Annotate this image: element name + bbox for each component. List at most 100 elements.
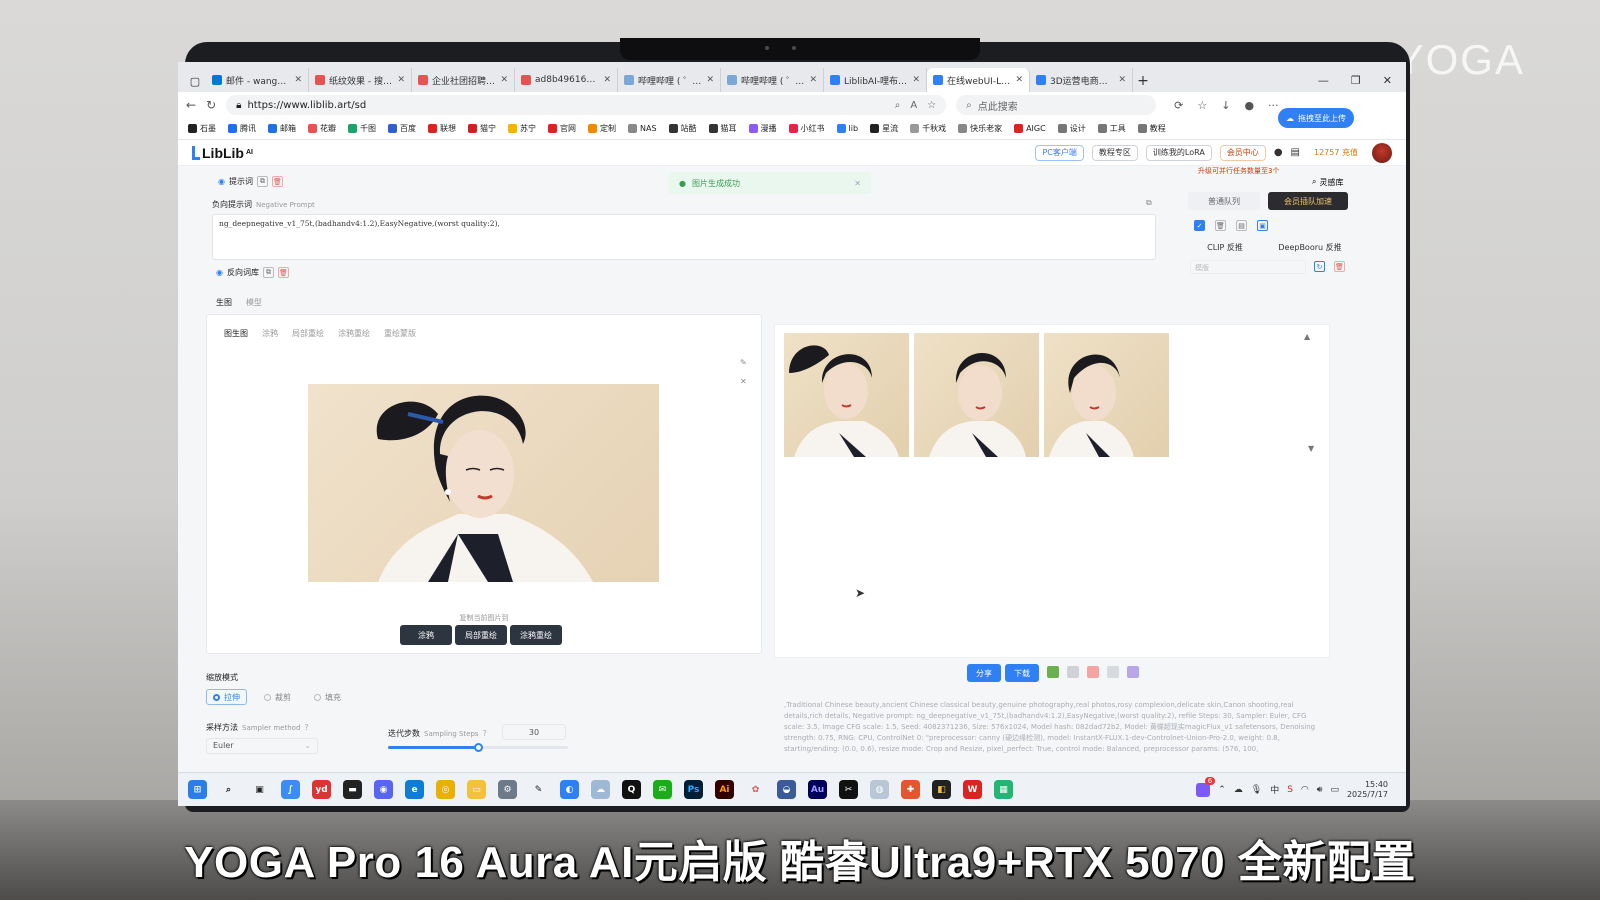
zoom-icon[interactable]: ⌕ [895,100,901,111]
tab-close-icon[interactable]: ✕ [912,75,920,85]
favorites-icon[interactable]: ☆ [1197,99,1207,112]
browser-tab[interactable]: 邮件 - wangby9@ ✕ [206,68,309,92]
chevron-up-icon[interactable]: ⌃ [1218,785,1226,795]
microphone-icon[interactable]: 🎙︎ [1251,785,1262,795]
refresh-icon[interactable]: ↻ [206,98,216,112]
bookmark-item[interactable]: 小红书 [788,123,825,134]
points-recharge[interactable]: 12757 充值 [1308,145,1364,161]
bookmark-item[interactable]: 邮箱 [268,123,296,134]
help-icon[interactable]: ? [304,723,308,732]
task-view-icon[interactable]: ▣ [250,780,269,799]
tab-sketch[interactable]: 涂鸦 [262,328,278,339]
clip-interrogate-button[interactable]: CLIP 反推 [1190,240,1260,254]
browser-tab[interactable]: 企业社团招聘大字 ✕ [412,68,515,92]
bookmark-item[interactable]: 官网 [548,123,576,134]
delete-template-icon[interactable]: 🗑︎ [1334,261,1345,272]
bookmark-item[interactable]: 腾讯 [228,123,256,134]
result-thumbnail-1[interactable] [784,333,909,457]
steps-input[interactable]: 30 [502,724,566,740]
settings-icon[interactable]: ⚙ [498,780,517,799]
bookmark-item[interactable]: 站酷 [668,123,697,134]
search-icon[interactable]: ⌕ [219,780,238,799]
flower-app-icon[interactable]: ✿ [746,780,765,799]
browser-app-icon[interactable]: ◐ [560,780,579,799]
more-icon[interactable]: ··· [1268,99,1279,112]
security-icon[interactable]: S [1287,785,1293,795]
tools-app-icon[interactable]: ✚ [901,780,920,799]
battery-icon[interactable]: ▭ [1330,785,1339,795]
save-template-icon[interactable]: ↻ [1314,261,1325,272]
tab-generate[interactable]: 生图 [216,297,232,308]
result-thumbnail-3[interactable] [1044,333,1169,457]
tab-close-icon[interactable]: ✕ [1015,75,1023,85]
downloads-icon[interactable]: ↓ [1221,99,1230,112]
negative-prompt-field[interactable]: ng_deepnegative_v1_75t,(badhandv4:1.2),E… [212,214,1156,260]
blender-icon[interactable]: ◒ [777,780,796,799]
restore-icon[interactable]: ❐ [1351,74,1361,87]
pen-icon[interactable]: ✎ [529,780,548,799]
bookmark-item[interactable]: 猫宁 [468,123,496,134]
sidebar-toggle-icon[interactable]: ▢ [184,70,206,92]
bookmark-item[interactable]: NAS [628,124,657,133]
audition-icon[interactable]: Au [808,780,827,799]
sheet-app-icon[interactable]: ▦ [994,780,1013,799]
brush-icon[interactable] [1067,666,1079,678]
copy-to-sketch-inpaint-button[interactable]: 涂鸦重绘 [510,625,562,645]
tab-close-icon[interactable]: ✕ [397,75,405,85]
bookmark-item[interactable]: 星流 [870,123,898,134]
bookmark-item[interactable]: 猫耳 [708,123,737,134]
bookmark-item[interactable]: 苏宁 [508,123,536,134]
tab-close-icon[interactable]: ✕ [1118,75,1126,85]
scroll-down-icon[interactable]: ▼ [1308,444,1314,453]
volume-icon[interactable]: 🔊︎ [1317,785,1323,795]
toast-close-icon[interactable]: ✕ [854,179,861,188]
url-field[interactable]: 🔒︎ https://www.liblib.art/sd ⌕ A ☆ [226,95,947,115]
close-icon[interactable]: ✕ [1383,74,1392,87]
edge-icon[interactable]: e [405,780,424,799]
copy-to-inpaint-button[interactable]: 局部重绘 [455,625,507,645]
tab-close-icon[interactable]: ✕ [706,75,714,85]
chrome-icon[interactable]: ◎ [436,780,455,799]
clear-image-icon[interactable]: ✕ [740,377,747,386]
bookmark-item[interactable]: 联想 [428,123,456,134]
bookmark-item[interactable]: 工具 [1097,123,1126,134]
windows-start-icon[interactable]: ⊞ [188,780,207,799]
bookmark-item[interactable]: 石墨 [188,123,216,134]
train-lora-button[interactable]: 训练我的LoRA [1145,144,1212,161]
bookmark-item[interactable]: AIGC [1014,124,1046,133]
bookmark-item[interactable]: 漫播 [748,123,777,134]
wifi-icon[interactable]: ◠ [1301,785,1309,795]
photoshop-icon[interactable]: Ps [684,780,703,799]
inspiration-button[interactable]: ⌕ 灵感库 [1306,174,1349,190]
member-center-button[interactable]: 会员中心 [1219,144,1266,161]
bookmark-item[interactable]: lib [836,124,858,133]
share-button[interactable]: 分享 [967,664,1001,682]
resize-crop-option[interactable]: 裁剪 [258,689,297,705]
tab-close-icon[interactable]: ✕ [603,75,611,85]
youdao-icon[interactable]: yd [312,780,331,799]
bookmark-item[interactable]: 千秋戏 [910,123,946,134]
bookmark-item[interactable]: 定制 [588,123,616,134]
trash-icon[interactable]: 🗑︎ [1215,220,1226,231]
browser-tab[interactable]: 在线webUI-Liblib✕ [927,68,1030,92]
tutorials-button[interactable]: 教程专区 [1091,144,1138,161]
expand-icon[interactable]: ⧉ [1146,198,1152,208]
favorite-star-icon[interactable]: ☆ [927,100,936,111]
chat-app-icon[interactable]: 6 [1196,776,1216,797]
back-icon[interactable]: ← [186,98,196,112]
capcut-icon[interactable]: ✂ [839,780,858,799]
negative-lib-toggle-icon[interactable]: ◉ [216,268,223,277]
tab-close-icon[interactable]: ✕ [809,75,817,85]
browser-tab[interactable]: LiblibAI-哩布哩布 ✕ [824,68,927,92]
tab-inpaint-mask[interactable]: 重绘蒙版 [384,328,416,339]
bookmark-item[interactable]: 设计 [1057,123,1086,134]
template-select[interactable]: 模版 [1190,260,1306,274]
result-thumbnail-2[interactable] [914,333,1039,457]
source-image[interactable] [308,384,659,582]
minimize-icon[interactable]: — [1318,74,1329,87]
upload-dropzone-pill[interactable]: ☁ 拖拽至此上传 [1278,108,1354,128]
browser-tab[interactable]: 哔哩哔哩 ( ゜- ゜)つ ✕ [721,68,824,92]
extras-icon[interactable] [1127,666,1139,678]
bookmark-item[interactable]: 教程 [1137,123,1166,134]
illustrator-icon[interactable]: Ai [715,780,734,799]
